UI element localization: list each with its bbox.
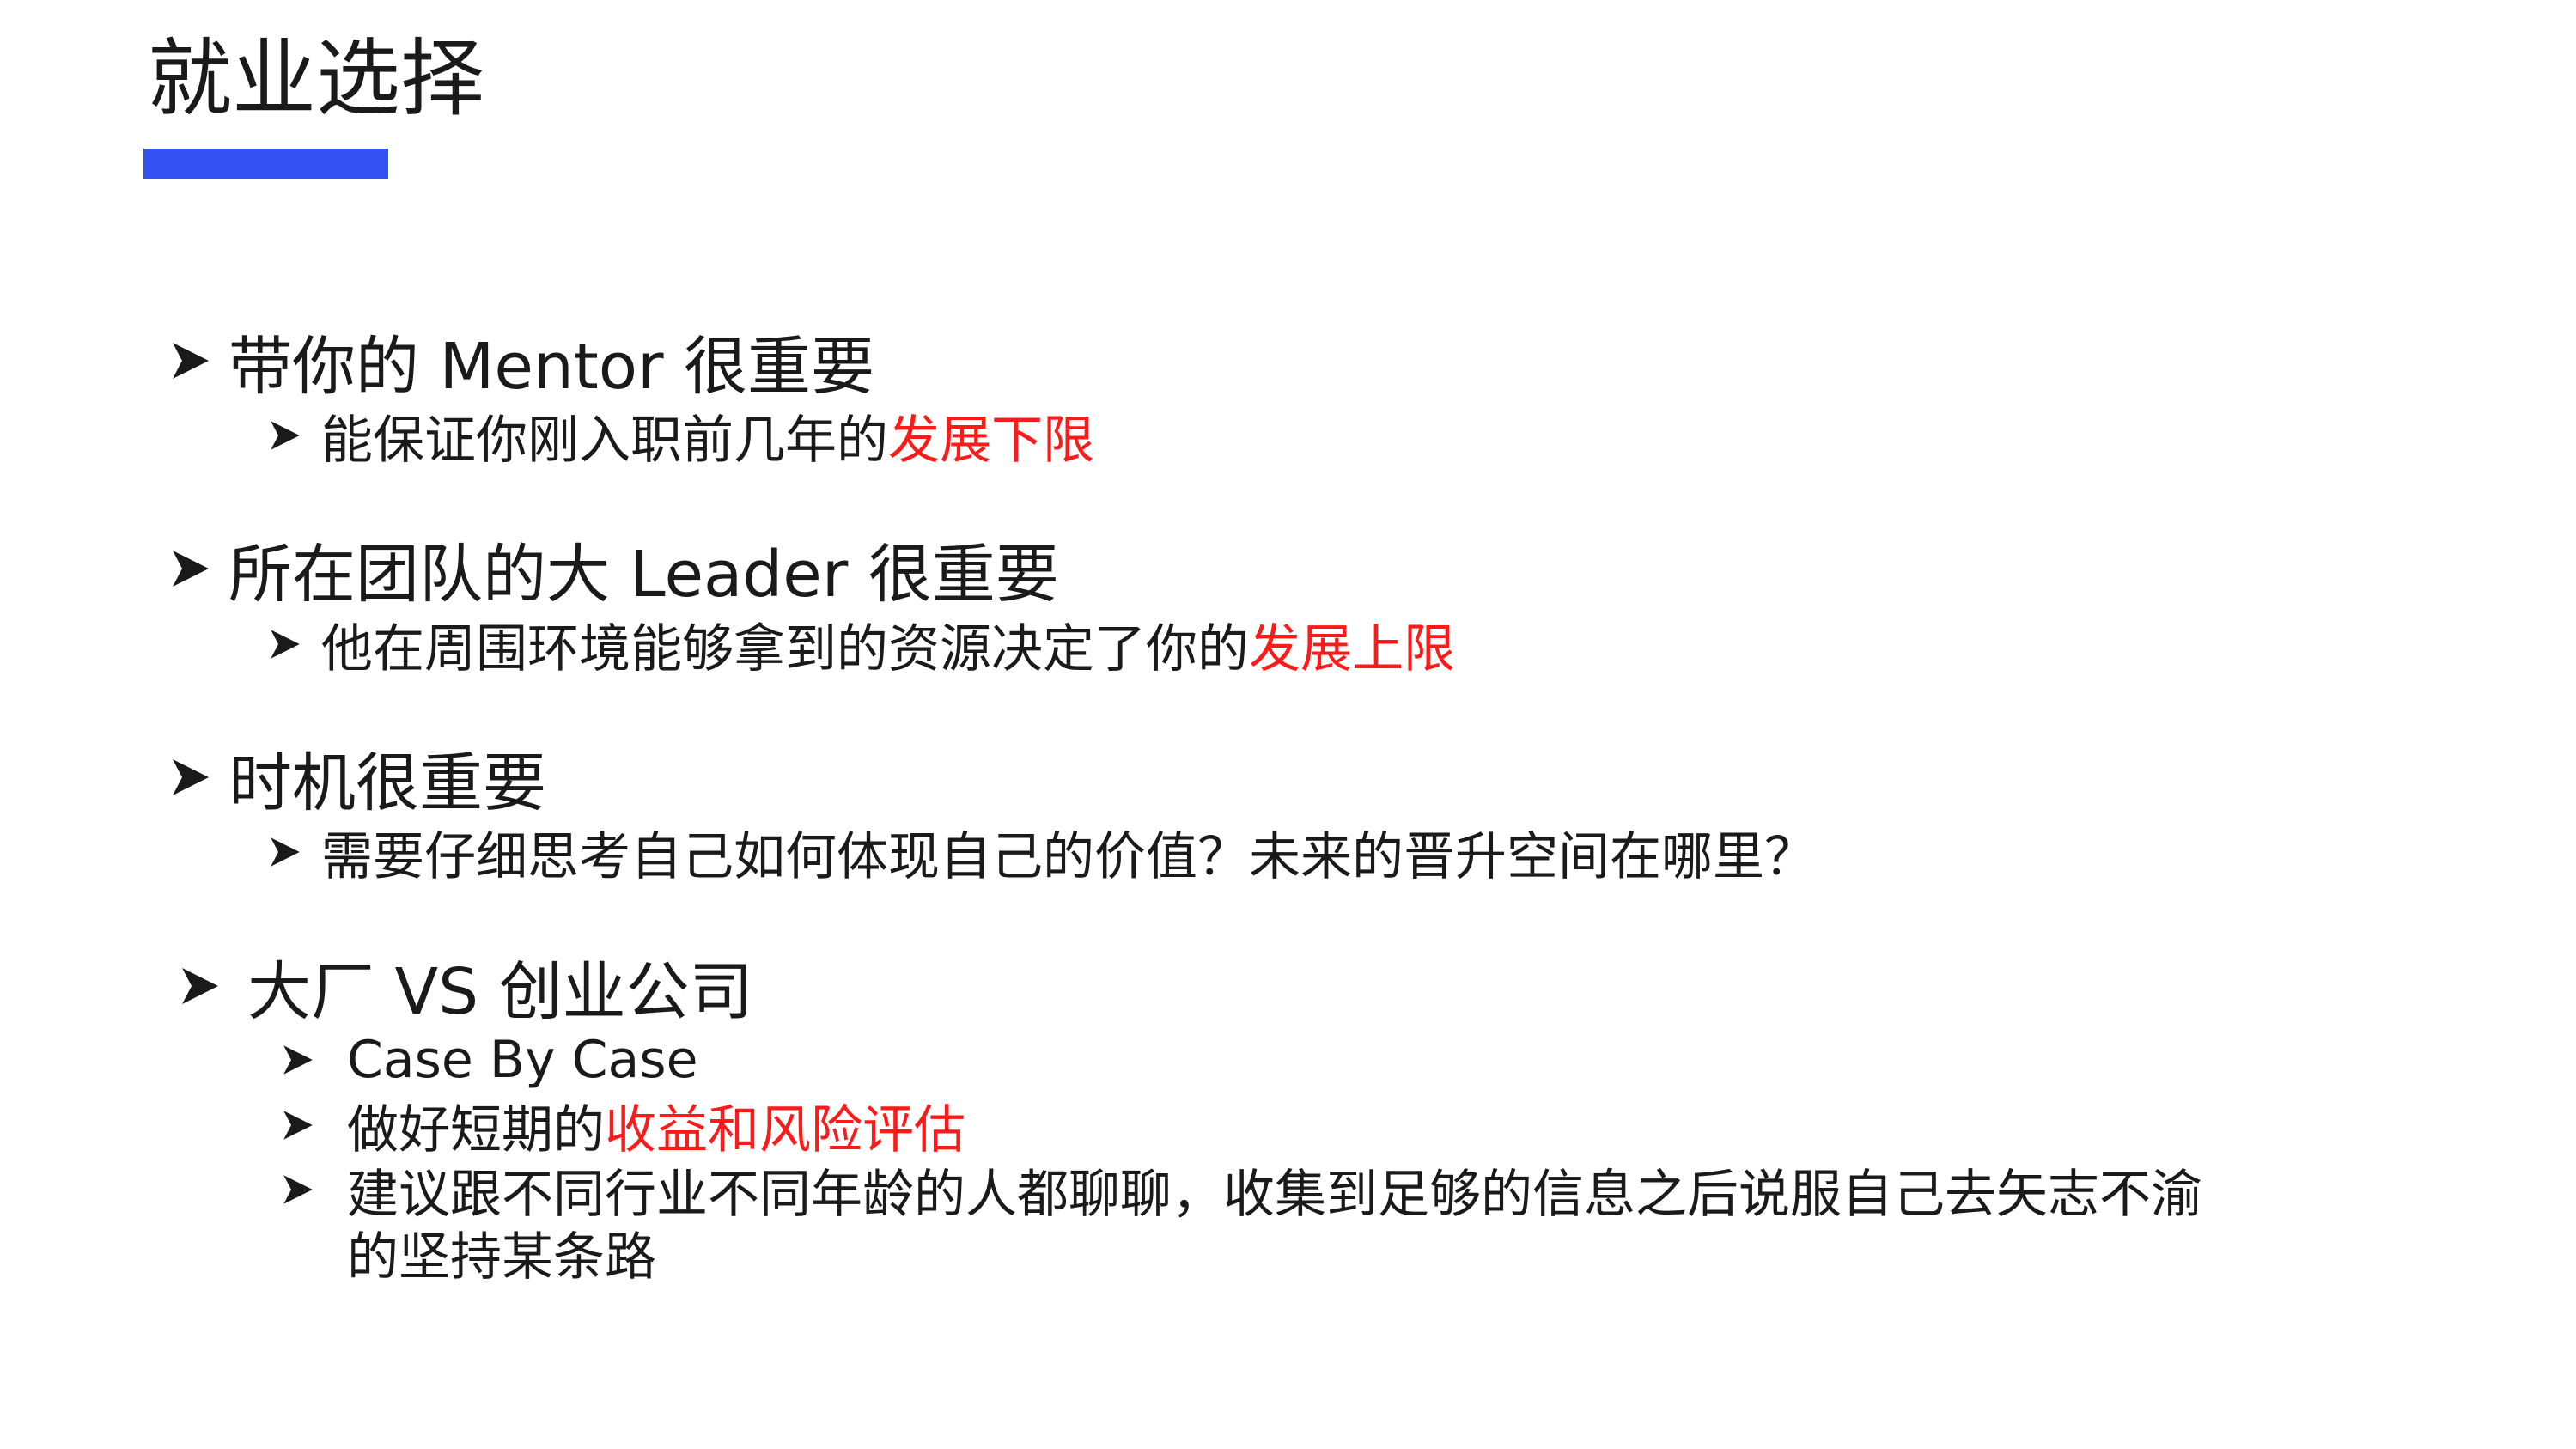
bullet-item-mentor: 带你的 Mentor 很重要 [153, 318, 874, 404]
highlight-text: 收益和风险评估 [605, 1099, 965, 1160]
highlight-text: 发展上限 [1249, 618, 1455, 679]
arrowhead-bullet-icon [153, 965, 247, 1008]
sub-bullet-item: 能保证你刚入职前几年的 发展下限 [249, 401, 1094, 471]
bullet-heading: 所在团队的大 Leader 很重要 [228, 537, 1059, 612]
bullet-heading: 大厂 VS 创业公司 [247, 954, 753, 1029]
sub-bullet-item: 建议跟不同行业不同年龄的人都聊聊，收集到足够的信息之后说服自己去矢志不渝 [249, 1155, 2202, 1225]
bullet-heading: 带你的 Mentor 很重要 [228, 329, 875, 404]
bullet-item-timing: 时机很重要 [153, 734, 546, 820]
arrowhead-bullet-icon [249, 835, 321, 869]
bullet-item-leader: 所在团队的大 Leader 很重要 [153, 526, 1059, 612]
highlight-text: 发展下限 [888, 410, 1094, 471]
arrowhead-bullet-icon [249, 418, 321, 453]
arrowhead-bullet-icon [153, 547, 228, 590]
sub-bullet-item: Case By Case [249, 1026, 698, 1094]
arrowhead-bullet-icon [249, 1172, 347, 1207]
sub-bullet-text: 做好短期的 [347, 1099, 605, 1160]
arrowhead-bullet-icon [153, 756, 228, 799]
sub-bullet-item: 做好短期的 收益和风险评估 [249, 1091, 965, 1160]
sub-bullet-item: 需要仔细思考自己如何体现自己的价值？未来的晋升空间在哪里？ [249, 818, 1816, 887]
sub-bullet-text: 能保证你刚入职前几年的 [321, 410, 888, 471]
bullet-item-bigco-vs-startup: 大厂 VS 创业公司 [153, 943, 753, 1029]
arrowhead-bullet-icon [249, 1043, 347, 1077]
bullet-list: 带你的 Mentor 很重要 能保证你刚入职前几年的 发展下限 所在团队的大 Le… [0, 0, 2576, 1449]
arrowhead-bullet-icon [249, 1108, 347, 1142]
arrowhead-bullet-icon [153, 339, 228, 382]
sub-bullet-continuation: 的坚持某条路 [347, 1227, 656, 1288]
slide: 就业选择 带你的 Mentor 很重要 能保证你刚入职前几年的 发展下限 所在团队… [0, 0, 2576, 1449]
sub-bullet-text: 他在周围环境能够拿到的资源决定了你的 [321, 618, 1249, 679]
sub-bullet-text: 需要仔细思考自己如何体现自己的价值？未来的晋升空间在哪里？ [321, 826, 1816, 887]
arrowhead-bullet-icon [249, 627, 321, 661]
sub-bullet-item: 他在周围环境能够拿到的资源决定了你的 发展上限 [249, 610, 1455, 679]
sub-bullet-text: Case By Case [347, 1030, 698, 1090]
bullet-heading: 时机很重要 [228, 746, 546, 820]
